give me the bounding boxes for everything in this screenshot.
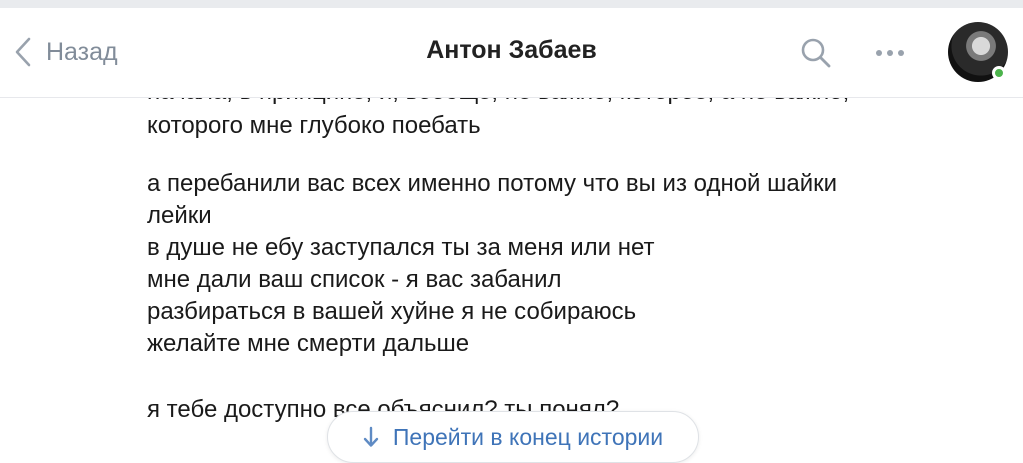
chat-header: Назад Антон Забаев (0, 8, 1023, 98)
message-line: лейки (147, 202, 212, 229)
message-line: желайте мне смерти дальше (147, 330, 470, 357)
search-button[interactable] (798, 35, 834, 71)
back-label: Назад (46, 37, 118, 66)
more-horizontal-icon (876, 50, 882, 56)
search-icon (798, 38, 834, 75)
message-line: а перебанили вас всех именно потому что … (147, 170, 838, 197)
message-block: которого мне глубоко поебать (147, 110, 481, 142)
message-history: начала, в принципе, и, вообще, не важно,… (147, 98, 907, 463)
scroll-to-end-label: Перейти в конец истории (392, 423, 664, 450)
arrow-down-icon (363, 426, 379, 448)
message-line: разбираться в вашей хуйне я не собираюсь (147, 298, 637, 325)
message-line-partial: начала, в принципе, и, вообще, не важно,… (147, 98, 849, 108)
chevron-left-icon (14, 37, 32, 67)
message-line: мне дали ваш список - я вас забанил (147, 266, 562, 293)
message-line: которого мне глубоко поебать (147, 112, 481, 139)
message-line: в душе не ебу заступался ты за меня или … (147, 234, 655, 261)
back-button[interactable]: Назад (14, 32, 118, 72)
message-block: а перебанили вас всех именно потому что … (147, 168, 837, 360)
online-indicator (992, 66, 1006, 80)
scroll-to-end-button[interactable]: Перейти в конец истории (327, 411, 699, 463)
more-button[interactable] (870, 38, 910, 68)
top-strip (0, 0, 1023, 8)
avatar[interactable] (948, 22, 1008, 82)
